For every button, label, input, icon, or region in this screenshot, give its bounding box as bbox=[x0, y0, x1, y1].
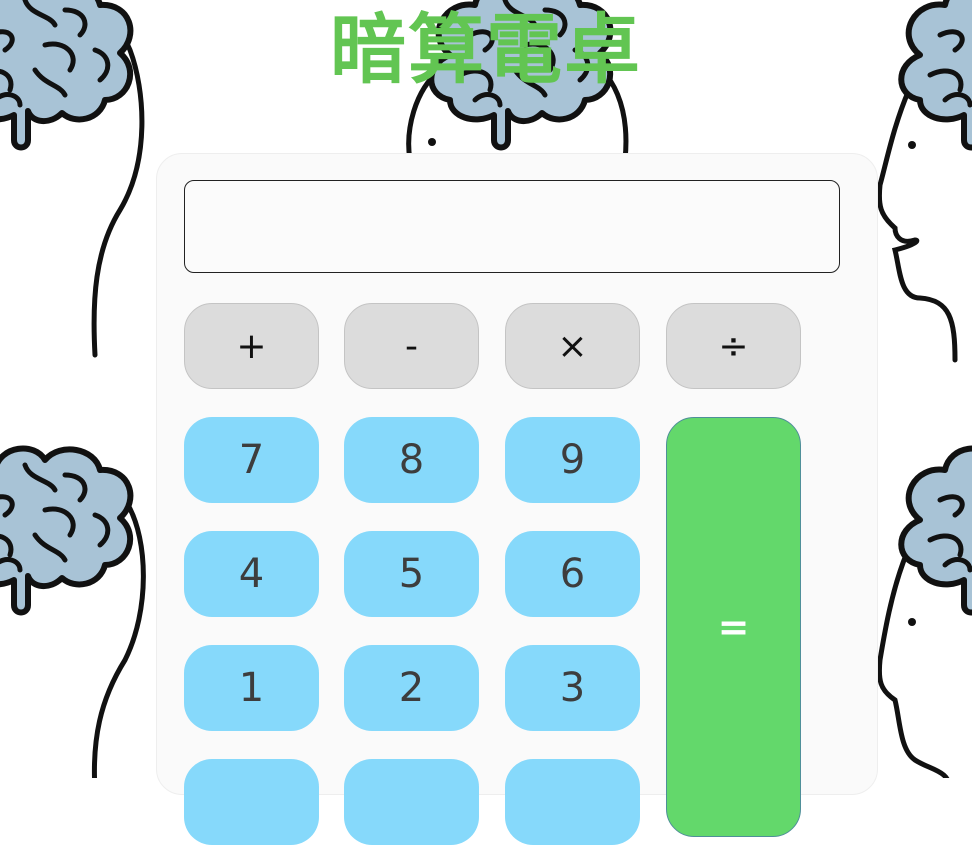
display-field[interactable] bbox=[184, 180, 840, 273]
bottom-row-middle-button[interactable] bbox=[344, 759, 479, 845]
digit-9-button[interactable]: 9 bbox=[505, 417, 640, 503]
digit-7-button[interactable]: 7 bbox=[184, 417, 319, 503]
digit-2-button[interactable]: 2 bbox=[344, 645, 479, 731]
digit-3-button[interactable]: 3 bbox=[505, 645, 640, 731]
digit-1-button[interactable]: 1 bbox=[184, 645, 319, 731]
digit-6-button[interactable]: 6 bbox=[505, 531, 640, 617]
digit-5-button[interactable]: 5 bbox=[344, 531, 479, 617]
minus-button[interactable]: - bbox=[344, 303, 479, 389]
bottom-row-left-button[interactable] bbox=[184, 759, 319, 845]
bottom-row-right-button[interactable] bbox=[505, 759, 640, 845]
equals-button[interactable]: = bbox=[666, 417, 801, 837]
digit-4-button[interactable]: 4 bbox=[184, 531, 319, 617]
divide-button[interactable]: ÷ bbox=[666, 303, 801, 389]
multiply-button[interactable]: × bbox=[505, 303, 640, 389]
brain-icon bbox=[0, 449, 130, 613]
plus-button[interactable]: + bbox=[184, 303, 319, 389]
digit-8-button[interactable]: 8 bbox=[344, 417, 479, 503]
calculator-panel: + - × ÷ 7 8 9 4 5 6 1 2 3 = bbox=[156, 153, 878, 845]
brain-icon bbox=[901, 449, 972, 613]
app-title: 暗算電卓 bbox=[330, 5, 642, 94]
